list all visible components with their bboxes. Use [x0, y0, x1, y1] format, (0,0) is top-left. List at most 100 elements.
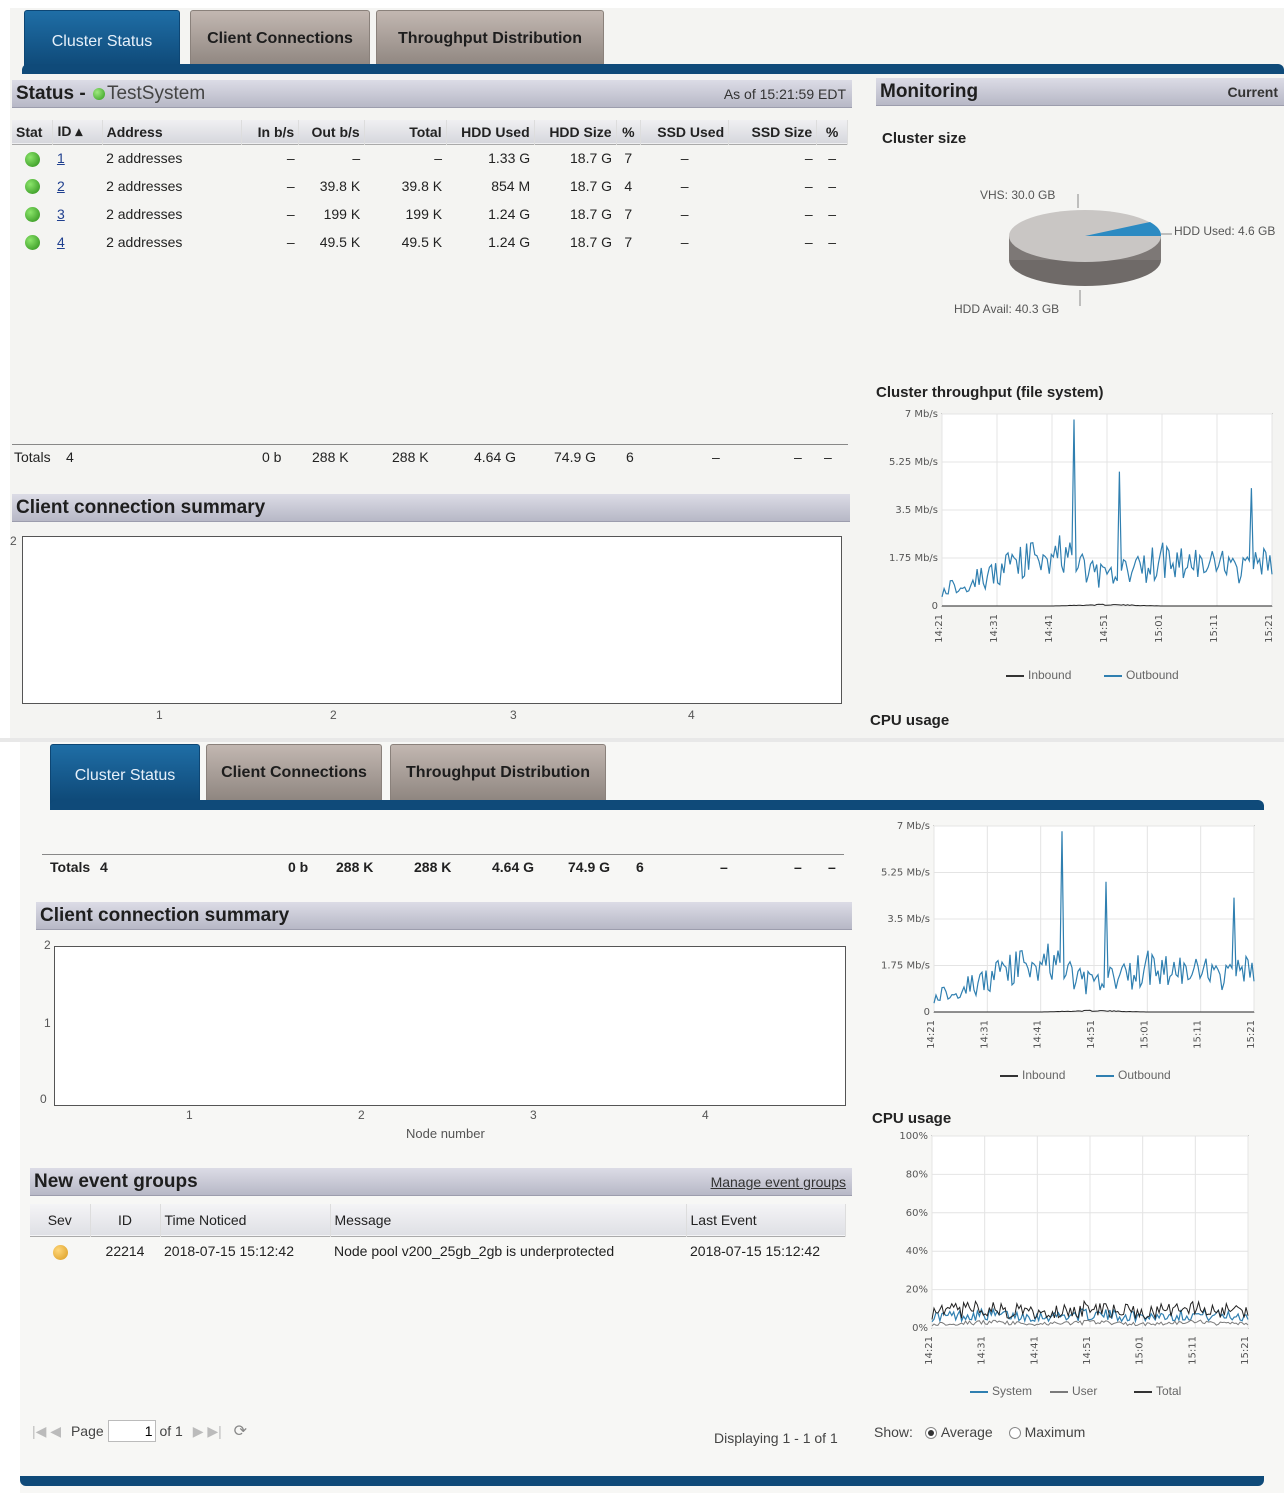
y-tick-label: 60%	[906, 1208, 928, 1219]
node-out: 39.8 K	[319, 178, 361, 194]
node-in: –	[286, 178, 295, 194]
y-tick-label: 0	[932, 601, 938, 612]
node-id-link[interactable]: 3	[57, 206, 65, 222]
node-out: 49.5 K	[319, 234, 361, 250]
y-tick-label: 5.25 Mb/s	[889, 457, 938, 468]
client-summary-y-tick: 2	[44, 938, 51, 952]
table-row[interactable]: 4 2 addresses – 49.5 K 49.5 K 1.24 G 18.…	[12, 228, 848, 256]
node-ok-icon	[24, 207, 40, 223]
client-summary-chart	[22, 536, 842, 704]
node-address: 2 addresses	[106, 206, 183, 222]
node-id-link[interactable]: 1	[57, 150, 65, 166]
node-in: –	[286, 150, 295, 167]
col-hdd-size[interactable]: HDD Size	[534, 120, 617, 144]
manage-event-groups-link[interactable]: Manage event groups	[711, 1168, 846, 1196]
col-stat[interactable]: Stat	[12, 120, 54, 144]
tab-throughput-distribution[interactable]: Throughput Distribution	[376, 10, 604, 66]
node-address: 2 addresses	[106, 234, 183, 250]
col-event-id[interactable]: ID	[90, 1204, 161, 1236]
tab-cluster-status[interactable]: Cluster Status	[50, 744, 200, 806]
node-ssd-size: –	[804, 234, 813, 250]
next-page-icon[interactable]: ▶	[193, 1423, 204, 1439]
node-address: 2 addresses	[106, 150, 183, 167]
y-tick-label: 5.25 Mb/s	[881, 868, 930, 879]
col-in[interactable]: In b/s	[241, 120, 300, 144]
tab-throughput-distribution[interactable]: Throughput Distribution	[390, 744, 606, 800]
throughput-legend-inbound: Inbound	[1006, 668, 1071, 682]
totals-label: Totals	[14, 449, 51, 465]
pie-label-vhs: VHS: 30.0 GB	[980, 188, 1056, 202]
node-hdd-used: 1.24 G	[488, 206, 531, 222]
col-out[interactable]: Out b/s	[298, 120, 365, 144]
cpu-legend-total: Total	[1134, 1384, 1181, 1398]
cpu-legend-user: User	[1050, 1384, 1097, 1398]
col-last-event[interactable]: Last Event	[686, 1204, 846, 1236]
pager: |◀ ◀ Page of 1 ▶ ▶| ⟳	[32, 1420, 247, 1442]
client-summary-x-tick: 1	[156, 708, 163, 722]
displaying-count: Displaying 1 - 1 of 1	[714, 1430, 838, 1446]
client-summary-x-tick: 2	[358, 1108, 365, 1122]
tab-client-connections[interactable]: Client Connections	[190, 10, 370, 66]
x-tick-label: 15:11	[1187, 1336, 1198, 1365]
radio-maximum[interactable]: Maximum	[1008, 1424, 1085, 1440]
top-screenshot-panel: Cluster Status Client Connections Throug…	[10, 8, 1284, 738]
radio-average[interactable]: Average	[924, 1424, 993, 1440]
tab-bar: Cluster Status Client Connections Throug…	[10, 8, 1284, 78]
table-row[interactable]: 2 2 addresses – 39.8 K 39.8 K 854 M 18.7…	[12, 172, 848, 200]
table-row[interactable]: 22214 2018-07-15 15:12:42 Node pool v200…	[30, 1236, 846, 1266]
table-row[interactable]: 3 2 addresses – 199 K 199 K 1.24 G 18.7 …	[12, 200, 848, 228]
first-page-icon[interactable]: |◀	[32, 1423, 46, 1439]
node-total: –	[434, 150, 443, 167]
prev-page-icon[interactable]: ◀	[50, 1423, 61, 1439]
node-ssd-used: –	[680, 178, 689, 194]
as-of-time: As of 15:21:59 EDT	[723, 86, 846, 102]
node-hdd-pct: 7	[624, 150, 633, 167]
col-sev[interactable]: Sev	[30, 1204, 91, 1236]
node-ssd-size: –	[804, 178, 813, 194]
tab-cluster-status[interactable]: Cluster Status	[24, 10, 180, 72]
node-ok-icon	[24, 235, 40, 251]
x-tick-label: 15:01	[1135, 1336, 1146, 1365]
show-label: Show:	[874, 1424, 913, 1440]
status-header: Status - TestSystem As of 15:21:59 EDT	[12, 80, 852, 108]
tab-client-connections[interactable]: Client Connections	[206, 744, 382, 800]
col-message[interactable]: Message	[330, 1204, 687, 1236]
event-id: 22214	[105, 1243, 145, 1260]
col-hdd-used[interactable]: HDD Used	[446, 120, 535, 144]
page-number-input[interactable]	[107, 1420, 156, 1442]
monitoring-header: Monitoring Current	[876, 78, 1284, 106]
totals-ssd-size: –	[794, 859, 802, 875]
totals-out: 288 K	[312, 449, 349, 465]
last-page-icon[interactable]: ▶|	[207, 1423, 221, 1439]
refresh-icon[interactable]: ⟳	[234, 1423, 247, 1440]
x-tick-label: 14:31	[989, 614, 1000, 643]
col-total[interactable]: Total	[364, 120, 447, 144]
node-id-link[interactable]: 4	[57, 234, 65, 250]
node-hdd-pct: 7	[624, 234, 633, 250]
node-id-link[interactable]: 2	[57, 178, 65, 194]
x-tick-label: 14:41	[1033, 1020, 1044, 1049]
table-row[interactable]: 1 2 addresses – – – 1.33 G 18.7 G 7 – – …	[12, 144, 848, 172]
monitoring-mode[interactable]: Current	[1227, 78, 1278, 106]
col-hdd-pct[interactable]: %	[616, 120, 642, 144]
totals-out: 288 K	[336, 859, 374, 875]
col-id[interactable]: ID ▴	[52, 120, 103, 144]
col-time-noticed[interactable]: Time Noticed	[160, 1204, 331, 1236]
cpu-legend-system: System	[970, 1384, 1032, 1398]
client-summary-y-tick: 0	[40, 1092, 47, 1106]
node-ssd-size: –	[804, 150, 813, 167]
col-ssd-used[interactable]: SSD Used	[640, 120, 730, 144]
col-ssd-pct[interactable]: %	[816, 120, 848, 144]
col-address[interactable]: Address	[102, 120, 242, 144]
x-tick-label: 14:31	[979, 1020, 990, 1049]
pie-label-hdd-used: HDD Used: 4.6 GB	[1174, 224, 1276, 238]
col-ssd-size[interactable]: SSD Size	[728, 120, 818, 144]
node-table: Stat ID ▴ Address In b/s Out b/s Total H…	[12, 120, 848, 256]
client-summary-x-tick: 3	[510, 708, 517, 722]
node-hdd-size: 18.7 G	[570, 206, 613, 222]
x-tick-label: 14:51	[1099, 614, 1110, 643]
throughput-legend-inbound: Inbound	[1000, 1068, 1065, 1082]
node-hdd-size: 18.7 G	[570, 150, 613, 167]
client-summary-x-tick: 4	[688, 708, 695, 722]
cpu-title-top: CPU usage	[870, 712, 950, 729]
